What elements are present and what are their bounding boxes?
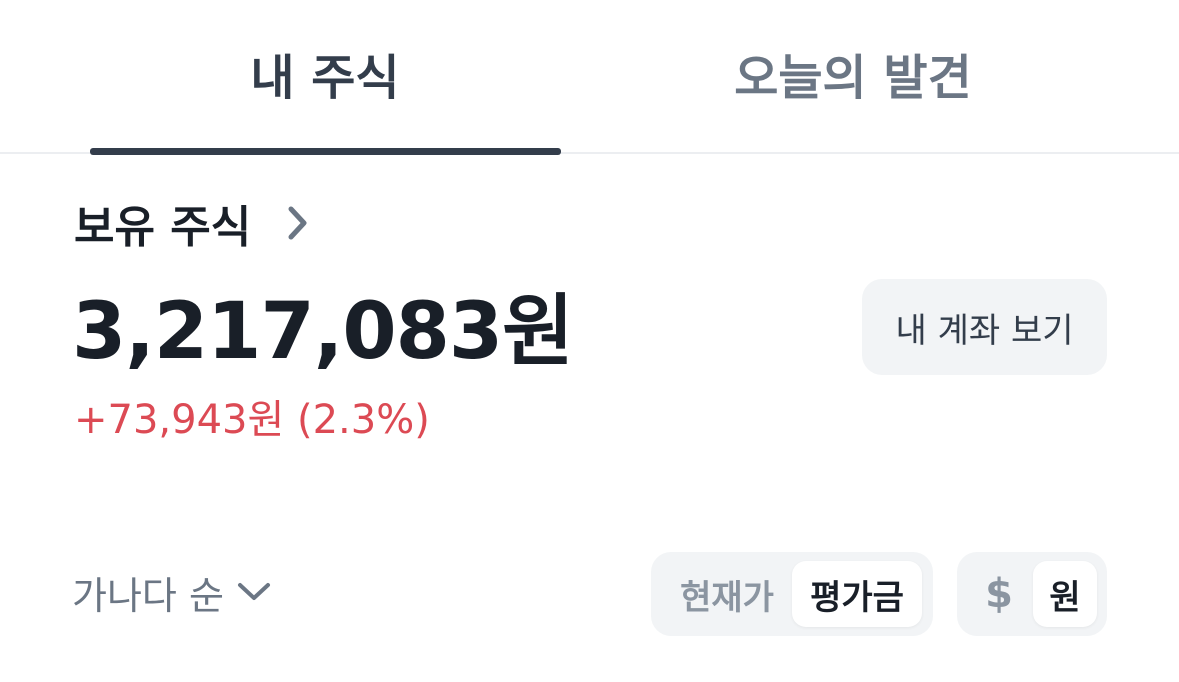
total-holdings-amount: 3,217,083원 (72, 287, 574, 377)
chevron-down-icon (236, 577, 272, 607)
current-price-option[interactable]: 현재가 (665, 561, 789, 627)
sort-dropdown[interactable]: 가나다 순 (72, 562, 272, 622)
sort-label: 가나다 순 (72, 573, 224, 618)
tab-today-discovery[interactable]: 오늘의 발견 (618, 0, 1088, 152)
tab-my-stocks[interactable]: 내 주식 (90, 0, 560, 152)
chevron-right-icon (283, 201, 313, 245)
price-mode-toggle: 현재가 평가금 (651, 552, 933, 636)
currency-toggle: $ 원 (957, 552, 1107, 636)
view-account-button[interactable]: 내 계좌 보기 (862, 279, 1107, 375)
top-tab-bar: 내 주식 오늘의 발견 (0, 0, 1179, 155)
won-option[interactable]: 원 (1033, 561, 1097, 627)
holdings-header-link[interactable]: 보유 주식 (74, 190, 313, 256)
active-tab-indicator (90, 148, 561, 155)
holdings-title: 보유 주식 (74, 202, 252, 253)
profit-amount: +73,943원 (2.3%) (74, 397, 430, 443)
dollar-option[interactable]: $ (971, 561, 1027, 627)
valuation-option[interactable]: 평가금 (792, 561, 922, 627)
